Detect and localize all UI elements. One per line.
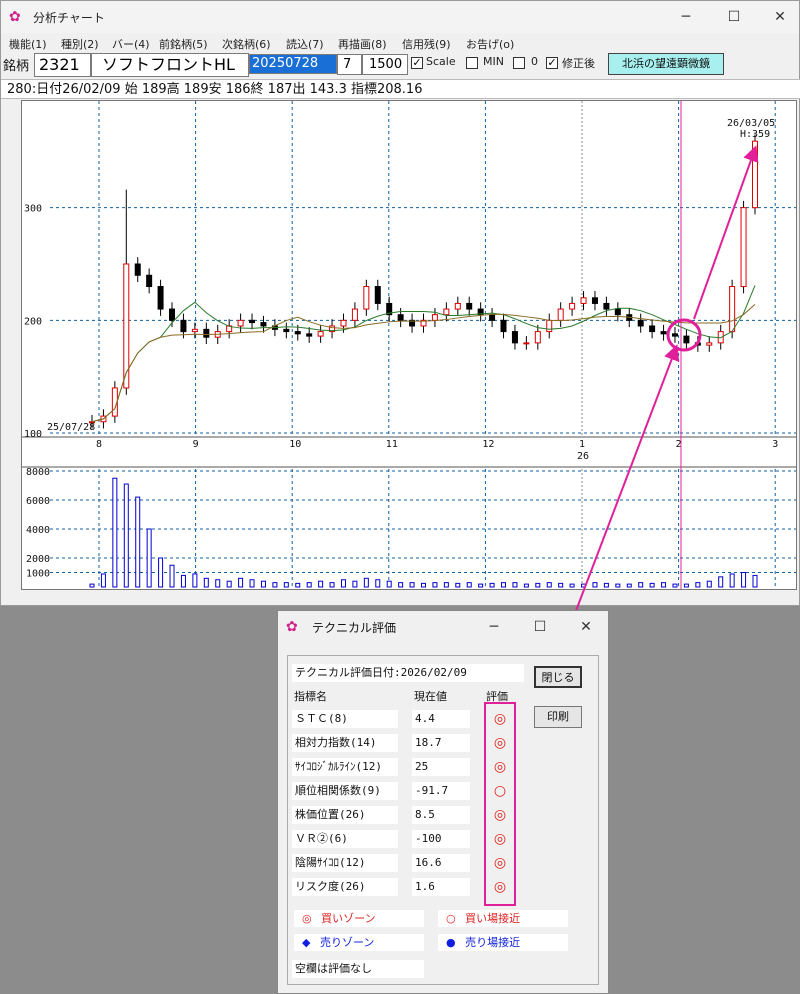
indicator-value: 8.5 (412, 806, 470, 824)
indicator-name: ＶＲ②(6) (292, 830, 398, 848)
dialog-maximize-icon[interactable]: ☐ (520, 611, 560, 643)
rating-icon: ◎ (493, 759, 507, 775)
legend-sell-zone: ◆ 売りゾーン (294, 934, 424, 951)
rating-icon: ◎ (493, 711, 507, 727)
legend-sell-near: ● 売り場接近 (438, 934, 568, 951)
indicator-value: -100 (412, 830, 470, 848)
rating-icon: ◎ (493, 855, 507, 871)
dialog-app-icon: ✿ (286, 619, 298, 635)
header-indicator: 指標名 (294, 690, 327, 703)
indicator-value: 4.4 (412, 710, 470, 728)
indicator-name: リスク度(26) (292, 878, 398, 896)
dialog-title: テクニカル評価 (312, 621, 397, 635)
dialog-minimize-icon[interactable]: ─ (474, 611, 514, 643)
sell-near-icon: ● (446, 936, 456, 949)
indicator-value: 16.6 (412, 854, 470, 872)
legend-sell-near-text: 売り場接近 (465, 936, 521, 949)
rating-icon: ◎ (493, 879, 507, 895)
sell-zone-icon: ◆ (302, 936, 311, 949)
rating-icon: ◎ (493, 735, 507, 751)
close-button[interactable]: 閉じる (534, 666, 582, 688)
header-value: 現在値 (414, 690, 447, 703)
legend-buy-near-text: 買い場接近 (465, 912, 521, 925)
legend-sell-zone-text: 売りゾーン (319, 936, 375, 949)
legend-buy-zone-text: 買いゾーン (321, 912, 376, 925)
blank-note: 空欄は評価なし (292, 960, 424, 978)
dialog-panel: テクニカル評価日付:2026/02/09 指標名 現在値 評価 閉じる 印刷 ◎… (287, 655, 599, 985)
legend-buy-zone: ◎ 買いゾーン (294, 910, 424, 927)
indicator-value: 25 (412, 758, 470, 776)
indicator-name: 相対力指数(14) (292, 734, 398, 752)
print-button[interactable]: 印刷 (534, 706, 582, 728)
rating-icon: ◎ (493, 831, 507, 847)
indicator-name: ｻｲｺﾛｼﾞｶﾙﾗｲﾝ(12) (292, 758, 398, 776)
buy-near-icon: ○ (446, 912, 456, 925)
eval-date-field: テクニカル評価日付:2026/02/09 (292, 664, 524, 682)
indicator-value: -91.7 (412, 782, 470, 800)
dialog-close-icon[interactable]: ✕ (566, 611, 606, 643)
indicator-name: 陰陽ｻｲｺﾛ(12) (292, 854, 398, 872)
indicator-value: 18.7 (412, 734, 470, 752)
rating-icon: ◎ (493, 807, 507, 823)
buy-zone-icon: ◎ (302, 912, 312, 925)
indicator-value: 1.6 (412, 878, 470, 896)
indicator-name: ＳＴＣ(8) (292, 710, 398, 728)
indicator-name: 株価位置(26) (292, 806, 398, 824)
technical-eval-dialog: ✿ テクニカル評価 ─ ☐ ✕ テクニカル評価日付:2026/02/09 指標名… (277, 610, 609, 994)
legend-buy-near: ○ 買い場接近 (438, 910, 568, 927)
indicator-name: 順位相関係数(9) (292, 782, 398, 800)
rating-icon: ○ (493, 783, 507, 799)
